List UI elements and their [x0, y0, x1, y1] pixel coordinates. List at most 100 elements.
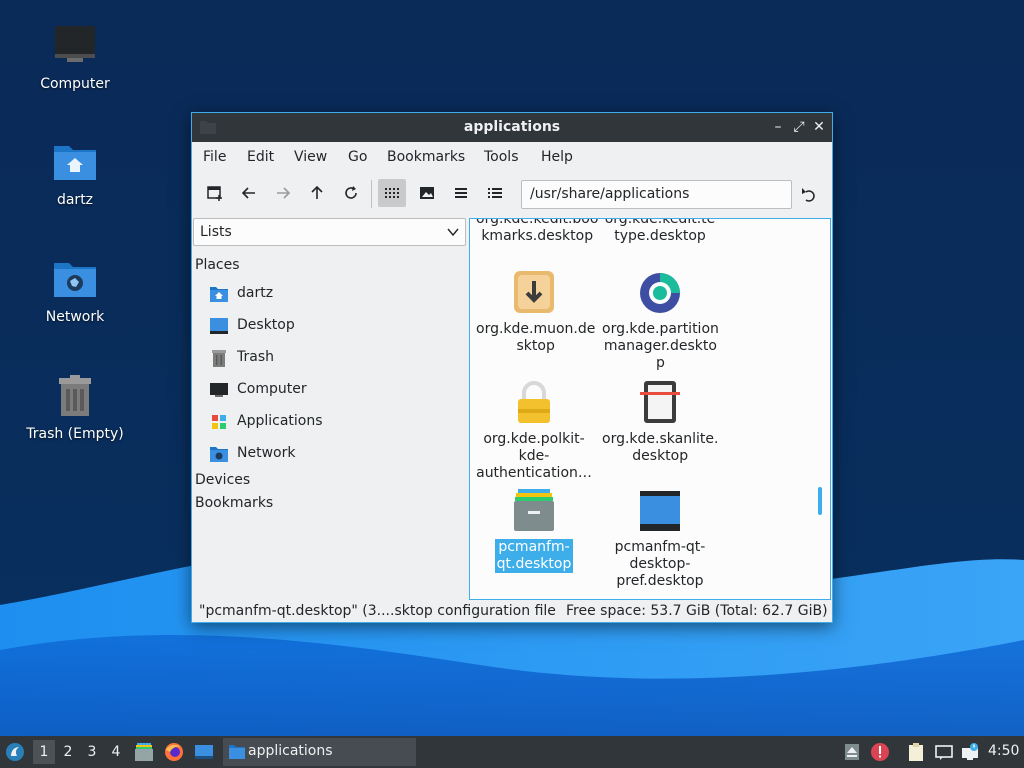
file-item[interactable]: org.kde.polkit- kde- authentication…: [474, 379, 594, 482]
eject-icon[interactable]: [842, 742, 862, 762]
taskbar: 1 2 3 4 applications 4:50: [0, 736, 1024, 768]
firefox-icon[interactable]: [164, 742, 184, 762]
file-manager-launcher-icon[interactable]: [134, 742, 154, 762]
file-item[interactable]: org.kde.partition manager.deskto p: [600, 269, 720, 372]
menu-file[interactable]: File: [203, 149, 226, 165]
menu-go[interactable]: Go: [348, 149, 367, 165]
sidebar-item-label: Applications: [237, 413, 323, 429]
detailed-view-button[interactable]: [481, 179, 509, 207]
update-alert-icon[interactable]: [870, 742, 890, 762]
file-item[interactable]: org.kde.kedit.te type.desktop: [600, 219, 720, 245]
chevron-down-icon: [447, 228, 459, 237]
desktop-icon-computer[interactable]: Computer: [15, 22, 135, 92]
title-bar[interactable]: applications – ⤢ ✕: [192, 113, 832, 142]
computer-icon: [210, 383, 228, 397]
path-input[interactable]: /usr/share/applications: [521, 180, 792, 209]
side-pane-mode-select[interactable]: Lists: [193, 218, 466, 246]
window-title: applications: [463, 119, 561, 135]
minimize-button[interactable]: –: [768, 117, 788, 137]
up-button[interactable]: [303, 179, 331, 207]
sidebar-item-applications[interactable]: Applications: [209, 408, 459, 436]
muon-icon: [514, 271, 554, 313]
file-name: org.kde.polkit- kde- authentication…: [476, 431, 592, 481]
menu-bookmarks[interactable]: Bookmarks: [387, 149, 465, 165]
menu-help[interactable]: Help: [541, 149, 573, 165]
scanner-icon: [640, 381, 680, 423]
new-tab-icon: [207, 186, 222, 201]
sidebar-item-label: Computer: [237, 381, 307, 397]
sidebar-item-label: Network: [237, 445, 296, 461]
home-folder-icon: [54, 146, 96, 180]
forward-button[interactable]: [269, 179, 297, 207]
network-status-icon[interactable]: [960, 742, 980, 762]
file-view[interactable]: org.kde.kedit.boo kmarks.desktop org.kde…: [469, 218, 831, 600]
clipboard-icon[interactable]: [906, 742, 926, 762]
taskbar-window-label: applications: [248, 743, 333, 759]
thumbnail-view-button[interactable]: [413, 179, 441, 207]
notification-icon[interactable]: [934, 742, 954, 762]
file-name: org.kde.skanlite. desktop: [602, 431, 719, 464]
sidebar-item-home[interactable]: dartz: [209, 280, 459, 308]
desktop-icon-network[interactable]: Network: [15, 255, 135, 325]
arrow-up-icon: [311, 185, 323, 199]
places-header[interactable]: Places: [195, 257, 240, 273]
icon-view-button[interactable]: [378, 179, 406, 207]
menu-view[interactable]: View: [294, 149, 327, 165]
network-folder-icon: [54, 263, 96, 297]
close-button[interactable]: ✕: [809, 117, 829, 137]
side-pane-mode-value: Lists: [200, 224, 232, 240]
compact-view-button[interactable]: [447, 179, 475, 207]
scrollbar-thumb[interactable]: [818, 487, 822, 515]
sidebar-item-desktop[interactable]: Desktop: [209, 312, 459, 340]
file-name: pcmanfm-qt- desktop- pref.desktop: [614, 539, 706, 589]
main-menu-icon[interactable]: [5, 742, 25, 762]
applications-icon: [212, 415, 226, 429]
new-tab-button[interactable]: [201, 179, 229, 207]
taskbar-window-applications[interactable]: applications: [223, 738, 416, 766]
desktop-icon: [210, 318, 228, 334]
reload-button[interactable]: [337, 179, 365, 207]
folder-icon: [229, 745, 245, 759]
file-name: org.kde.muon.de sktop: [476, 321, 596, 354]
devices-header[interactable]: Devices: [195, 472, 250, 488]
sidebar-item-network[interactable]: Network: [209, 440, 459, 468]
home-folder-icon: [210, 287, 228, 302]
maximize-button[interactable]: ⤢: [789, 117, 809, 137]
file-item[interactable]: org.kde.muon.de sktop: [474, 269, 596, 355]
workspace-1[interactable]: 1: [33, 740, 55, 764]
file-item[interactable]: pcmanfm-qt- desktop- pref.desktop: [600, 487, 720, 590]
desktop-icon-label: dartz: [56, 192, 94, 208]
sidebar-item-label: Desktop: [237, 317, 295, 333]
menu-edit[interactable]: Edit: [247, 149, 274, 165]
menu-tools[interactable]: Tools: [484, 149, 519, 165]
trash-icon: [212, 350, 226, 367]
sidebar-item-computer[interactable]: Computer: [209, 376, 459, 404]
show-desktop-icon[interactable]: [194, 742, 214, 762]
arrow-right-icon: [277, 187, 291, 199]
image-icon: [420, 187, 434, 199]
sidebar-item-label: Trash: [237, 349, 274, 365]
go-button[interactable]: [796, 183, 820, 207]
file-item[interactable]: org.kde.skanlite. desktop: [600, 379, 720, 465]
list-icon: [455, 188, 467, 198]
bookmarks-header[interactable]: Bookmarks: [195, 495, 273, 511]
desktop-icon-label: Network: [45, 309, 105, 325]
sidebar-item-label: dartz: [237, 285, 274, 301]
back-button[interactable]: [235, 179, 263, 207]
go-arrow-icon: [802, 188, 815, 202]
clock[interactable]: 4:50: [988, 743, 1019, 759]
workspace-3[interactable]: 3: [81, 740, 103, 764]
workspace-2[interactable]: 2: [57, 740, 79, 764]
sidebar-item-trash[interactable]: Trash: [209, 344, 459, 372]
file-item[interactable]: org.kde.kedit.boo kmarks.desktop: [474, 219, 598, 245]
status-selection-info: "pcmanfm-qt.desktop" (3....sktop configu…: [199, 603, 556, 619]
file-manager-window[interactable]: applications – ⤢ ✕ File Edit View Go Boo…: [191, 112, 833, 623]
desktop-icon-home[interactable]: dartz: [15, 138, 135, 208]
arrow-left-icon: [241, 187, 255, 199]
file-name: org.kde.kedit.boo kmarks.desktop: [476, 218, 599, 244]
workspace-4[interactable]: 4: [105, 740, 127, 764]
partition-manager-icon: [640, 273, 680, 313]
desktop-icon-trash[interactable]: Trash (Empty): [15, 372, 135, 442]
status-free-space: Free space: 53.7 GiB (Total: 62.7 GiB): [566, 603, 828, 619]
file-item-selected[interactable]: pcmanfm- qt.desktop: [474, 487, 594, 573]
